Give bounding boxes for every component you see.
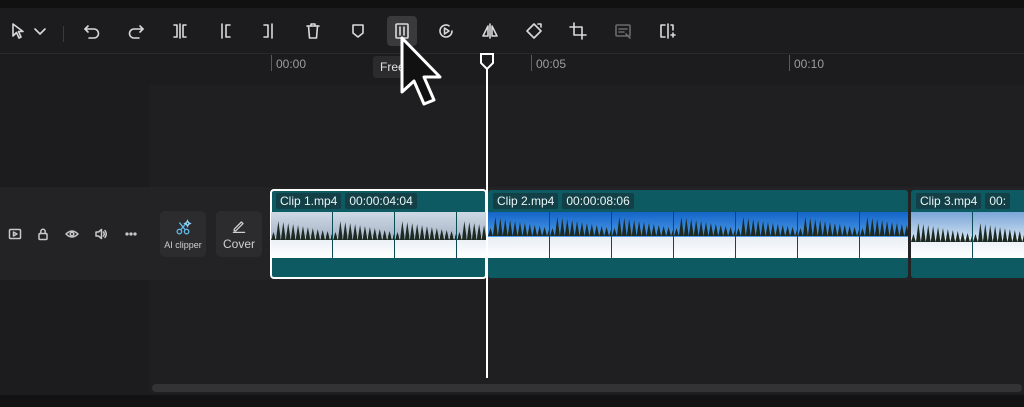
delete-left-button[interactable]	[210, 16, 240, 46]
clip-thumbnail	[612, 212, 674, 258]
ruler-label: 00:10	[794, 57, 825, 71]
split-icon	[173, 23, 187, 39]
clip-thumbnail	[911, 212, 973, 258]
cover-button[interactable]: Cover	[216, 211, 262, 257]
clip-thumbnails	[911, 212, 1024, 258]
speaker-icon	[95, 228, 107, 240]
lock-icon	[38, 228, 48, 241]
more-icon	[125, 232, 137, 236]
clip-thumbnail	[860, 212, 908, 258]
caption-icon	[615, 24, 631, 39]
toolbar	[0, 8, 1024, 54]
window-top-strip	[0, 0, 1024, 8]
split-button[interactable]	[165, 16, 195, 46]
clip-thumbnail	[333, 212, 395, 258]
clip-name: Clip 3.mp4	[916, 193, 982, 209]
ruler-tick	[789, 55, 790, 71]
track-lock-button[interactable]	[34, 225, 52, 243]
redo-icon	[128, 25, 144, 39]
pencil-icon	[232, 220, 246, 233]
marker-icon	[352, 24, 364, 38]
clip-1[interactable]: Clip 1.mp4 00:00:04:04	[270, 189, 487, 279]
trim-right-icon	[263, 23, 273, 39]
clip-thumbnail	[798, 212, 860, 258]
clip-2[interactable]: Clip 2.mp4 00:00:08:06	[488, 190, 908, 278]
replace-icon	[660, 23, 676, 39]
track-visibility-button[interactable]	[63, 225, 81, 243]
eye-icon	[65, 230, 79, 238]
auto-caption-button[interactable]	[608, 16, 638, 46]
clip-thumbnail	[973, 212, 1024, 258]
mirror-icon	[482, 23, 498, 39]
mirror-button[interactable]	[475, 16, 505, 46]
track-more-button[interactable]	[122, 225, 140, 243]
clip-label: Clip 2.mp4 00:00:08:06	[493, 193, 634, 209]
playhead-handle[interactable]	[479, 53, 495, 71]
trim-left-icon	[221, 23, 231, 39]
ruler-tick	[531, 55, 532, 71]
delete-right-button[interactable]	[254, 16, 284, 46]
ruler-label: 00:00	[276, 57, 307, 71]
crop-icon	[569, 22, 587, 40]
ai-clipper-button[interactable]: AI clipper	[160, 211, 206, 257]
timeline-scrollbar[interactable]	[152, 384, 1022, 392]
clip-thumbnails	[271, 212, 486, 258]
clip-thumbnail	[488, 212, 550, 258]
cover-label: Cover	[222, 236, 255, 251]
track-cover-toggle[interactable]	[6, 225, 24, 243]
crop-button[interactable]	[563, 16, 593, 46]
clip-thumbnail	[271, 212, 333, 258]
select-tool-dropdown[interactable]	[30, 16, 50, 46]
ai-clipper-label: AI clipper	[164, 239, 202, 250]
window-bottom-strip	[0, 395, 1024, 407]
clip-thumbnail	[457, 212, 486, 258]
ruler-tick	[271, 55, 272, 71]
pointer-icon	[12, 23, 24, 39]
marker-button[interactable]	[343, 16, 373, 46]
toolbar-divider	[63, 26, 64, 42]
delete-button[interactable]	[298, 16, 328, 46]
clip-3[interactable]: Clip 3.mp4 00:	[911, 190, 1024, 278]
replace-clip-button[interactable]	[652, 16, 682, 46]
rotate-button[interactable]	[519, 16, 549, 46]
track-mute-button[interactable]	[92, 225, 110, 243]
clip-label: Clip 1.mp4 00:00:04:04	[276, 193, 417, 209]
trash-icon	[306, 23, 320, 39]
rotate-icon	[526, 23, 542, 39]
clip-duration: 00:00:08:06	[562, 193, 634, 209]
clip-thumbnail	[550, 212, 612, 258]
ruler-label: 00:05	[536, 57, 567, 71]
clip-label: Clip 3.mp4 00:	[916, 193, 1011, 209]
clip-thumbnail	[736, 212, 798, 258]
playhead-line[interactable]	[486, 66, 488, 378]
redo-button[interactable]	[121, 16, 151, 46]
clip-duration: 00:00:04:04	[345, 193, 417, 209]
undo-button[interactable]	[77, 16, 107, 46]
clip-thumbnail	[674, 212, 736, 258]
ai-scissors-icon	[176, 218, 192, 235]
chevron-down-icon	[34, 28, 46, 35]
clip-thumbnail	[395, 212, 457, 258]
undo-icon	[84, 25, 100, 39]
clip-name: Clip 1.mp4	[276, 193, 342, 209]
timeline-ruler[interactable]: 00:00 00:05 00:10	[150, 55, 1024, 85]
mouse-cursor-icon	[400, 36, 442, 106]
clip-thumbnails	[488, 212, 908, 258]
clip-duration: 00:	[985, 193, 1011, 209]
video-track-icon	[8, 228, 22, 240]
clip-name: Clip 2.mp4	[493, 193, 559, 209]
